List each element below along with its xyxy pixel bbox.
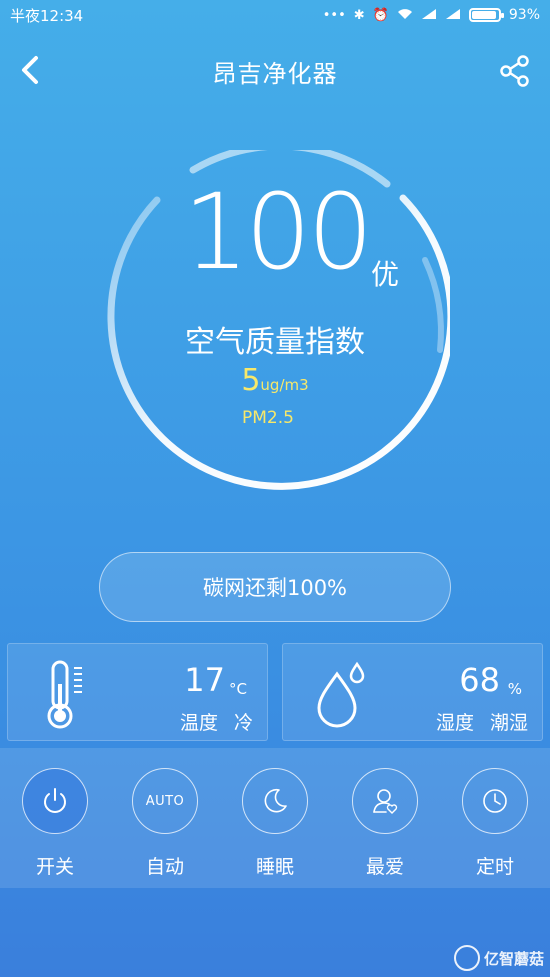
signal-icon-2 (445, 8, 461, 23)
auto-icon: AUTO (145, 793, 185, 809)
humidity-value: 68 (459, 661, 500, 699)
power-control[interactable]: 开关 (20, 768, 90, 879)
watermark-text: 亿智蘑菇 (483, 949, 544, 968)
pm25-value: 5 (241, 363, 261, 398)
status-time: 半夜12:34 (10, 6, 84, 25)
filter-status-button[interactable]: 碳网还剩100% (99, 552, 451, 622)
temperature-labels: 温度 冷 (180, 708, 253, 735)
bluetooth-icon: ✱ (353, 7, 365, 23)
humidity-label: 湿度 (435, 712, 474, 734)
humidity-card: 68 % 湿度 潮湿 (282, 643, 543, 741)
status-bar: 半夜12:34 ••• ✱ ⏰ 93% (0, 0, 550, 30)
more-dots-icon: ••• (322, 7, 346, 23)
humidity-unit: % (507, 680, 522, 698)
auto-control[interactable]: AUTO 自动 (130, 768, 200, 879)
aqi-value: 100 (183, 171, 374, 293)
sleep-button[interactable] (242, 768, 308, 834)
temperature-card: 17 °C 温度 冷 (7, 643, 268, 741)
pm25-unit: ug/m3 (260, 376, 309, 394)
favorite-button[interactable] (352, 768, 418, 834)
power-icon (44, 788, 66, 813)
moon-icon (264, 788, 287, 813)
control-panel: 开关 AUTO 自动 睡眠 最爱 定时 (0, 748, 550, 888)
alarm-icon: ⏰ (372, 7, 389, 23)
auto-button[interactable]: AUTO (132, 768, 198, 834)
aqi-label: 空气质量指数 (185, 325, 365, 360)
wifi-icon (397, 8, 413, 23)
humidity-labels: 湿度 潮湿 (436, 708, 528, 735)
battery-icon (468, 8, 504, 22)
favorite-label: 最爱 (365, 856, 404, 878)
status-icons: ••• ✱ ⏰ 93% (323, 7, 540, 23)
share-button[interactable] (498, 54, 532, 88)
battery-percent: 93% (508, 7, 540, 23)
favorite-user-icon (373, 789, 398, 814)
power-label: 开关 (35, 856, 74, 878)
power-button[interactable] (22, 768, 88, 834)
watermark: 亿智蘑菇 (453, 945, 544, 971)
temperature-status: 冷 (233, 712, 253, 734)
timer-button[interactable] (462, 768, 528, 834)
navbar: 昂吉净化器 (0, 40, 550, 100)
filter-status-text: 碳网还剩100% (202, 576, 348, 600)
humidity-status: 潮湿 (489, 712, 528, 734)
aqi-level: 优 (371, 258, 400, 291)
watermark-logo-icon (453, 945, 480, 971)
temperature-label: 温度 (179, 712, 218, 734)
page-title: 昂吉净化器 (212, 60, 338, 88)
sleep-control[interactable]: 睡眠 (240, 768, 310, 879)
clock-icon (483, 789, 507, 813)
auto-label: 自动 (145, 856, 184, 878)
temperature-value: 17 (184, 661, 225, 699)
share-icon (500, 55, 529, 87)
thermometer-icon (47, 660, 82, 729)
signal-icon (421, 8, 437, 23)
favorite-control[interactable]: 最爱 (350, 768, 420, 879)
temperature-unit: °C (229, 680, 247, 698)
water-drop-icon (317, 661, 365, 728)
timer-label: 定时 (475, 856, 514, 878)
timer-control[interactable]: 定时 (460, 768, 530, 879)
pm25-reading: 5ug/m3 (0, 363, 550, 398)
sleep-label: 睡眠 (255, 856, 294, 878)
pm25-label: PM2.5 (242, 408, 294, 428)
